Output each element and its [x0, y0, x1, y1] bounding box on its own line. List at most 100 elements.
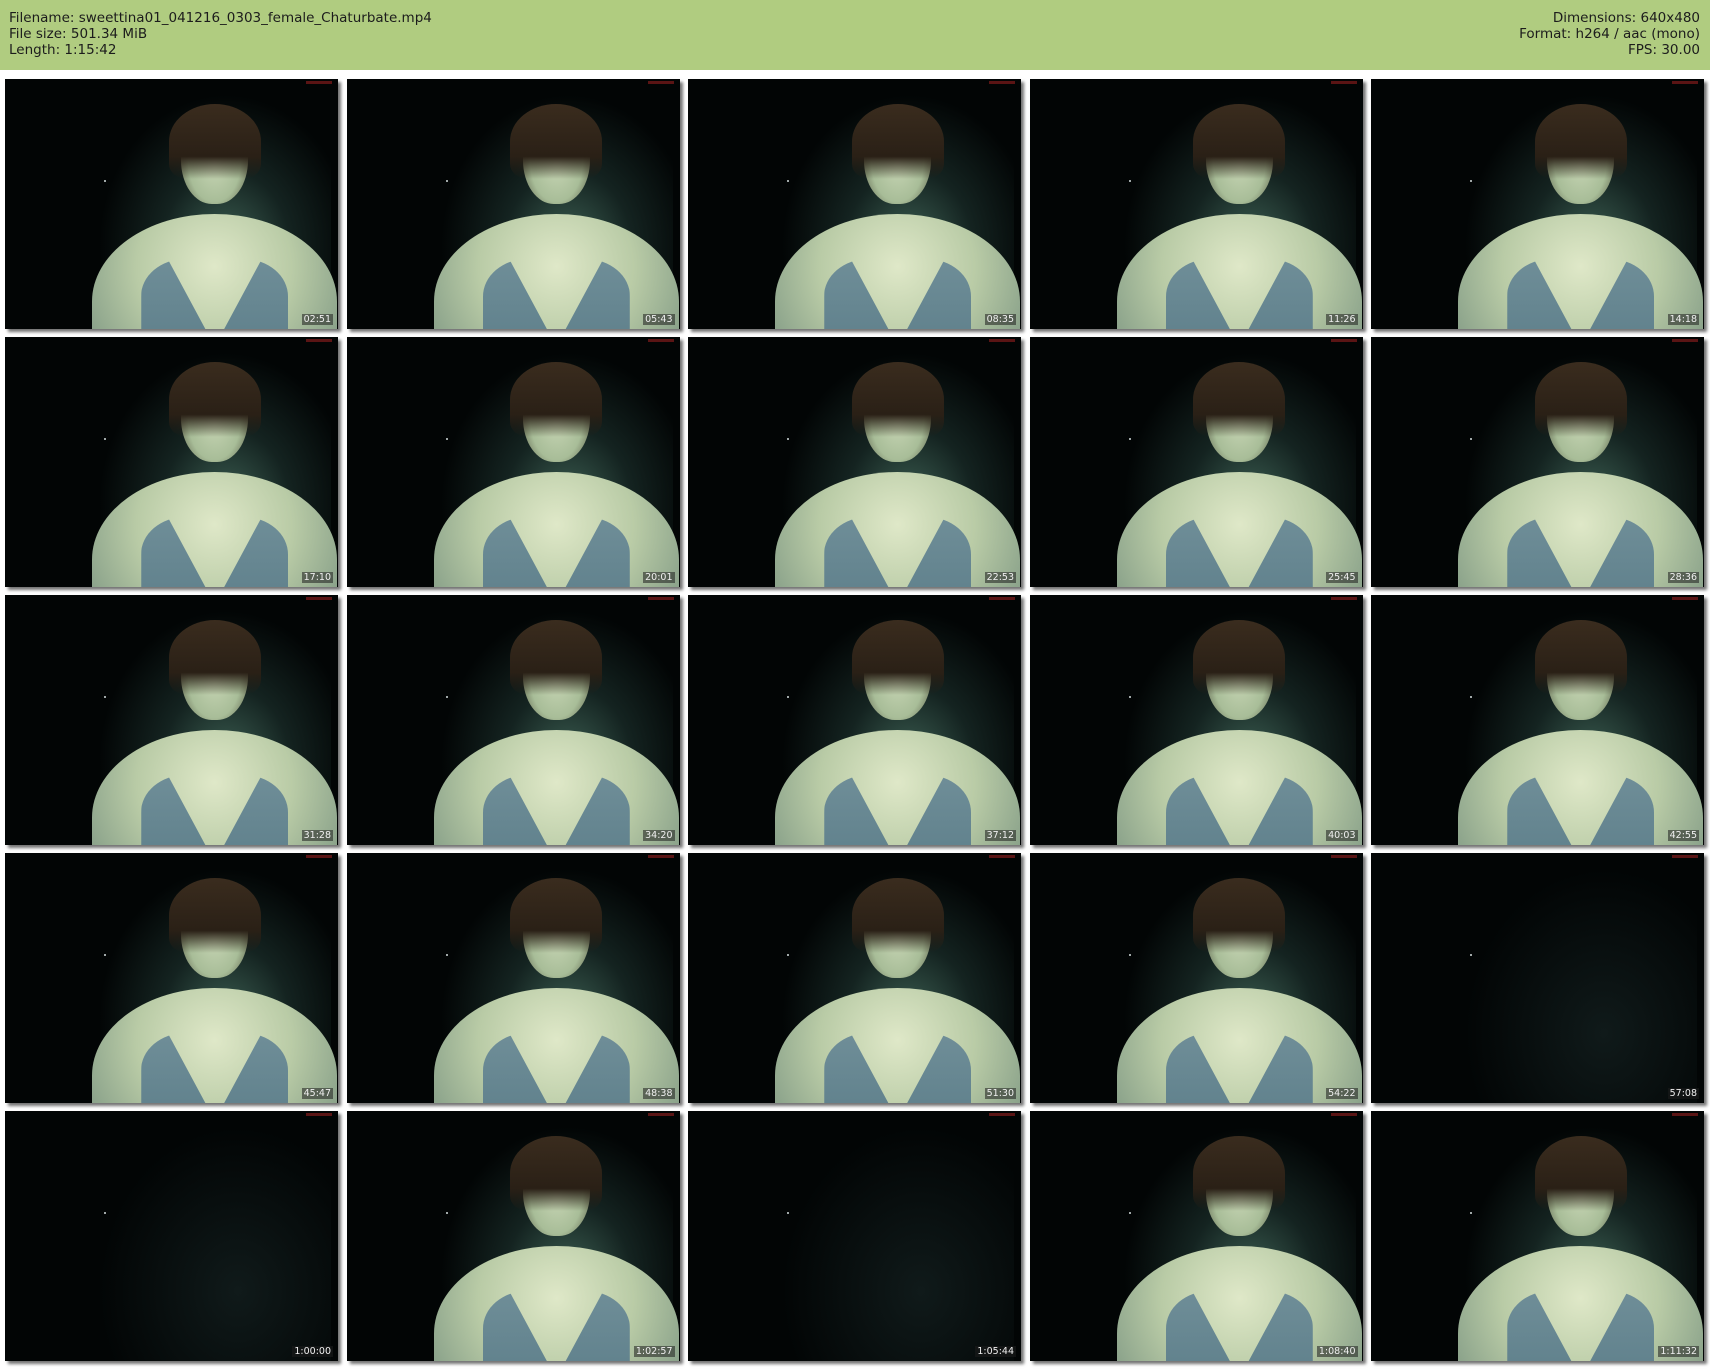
watermark-mark — [647, 1113, 674, 1116]
light-dot — [1470, 180, 1472, 182]
person-figure — [1458, 1136, 1704, 1361]
light-dot — [1470, 696, 1472, 698]
light-dot — [104, 438, 106, 440]
video-thumbnail: 51:30 — [688, 853, 1021, 1103]
video-thumbnail: 17:10 — [5, 337, 338, 587]
timestamp-label: 1:02:57 — [633, 1346, 675, 1357]
watermark-mark — [306, 1113, 332, 1116]
video-thumbnail: 05:43 — [346, 79, 680, 329]
light-dot — [787, 1212, 789, 1214]
timestamp-label: 45:47 — [301, 1088, 333, 1099]
video-thumbnail: 28:36 — [1371, 337, 1704, 587]
video-thumbnail: 48:38 — [346, 853, 680, 1103]
figure-hair — [510, 878, 603, 953]
video-thumbnail: 20:01 — [346, 337, 680, 587]
person-figure — [92, 878, 338, 1103]
timestamp-label: 28:36 — [1667, 572, 1699, 583]
watermark-mark — [989, 597, 1015, 600]
video-thumbnail: 08:35 — [688, 79, 1021, 329]
video-thumbnail: 1:11:32 — [1371, 1111, 1704, 1361]
watermark-mark — [306, 855, 332, 858]
timestamp-label: 08:35 — [984, 314, 1016, 325]
watermark-mark — [989, 81, 1015, 84]
person-figure — [1116, 620, 1362, 845]
light-dot — [445, 954, 448, 956]
watermark-mark — [647, 339, 674, 342]
watermark-mark — [1672, 339, 1698, 342]
timestamp-label: 22:53 — [984, 572, 1016, 583]
figure-hair — [510, 1136, 603, 1211]
video-thumbnail: 02:51 — [5, 79, 338, 329]
light-dot — [445, 180, 448, 182]
watermark-mark — [306, 597, 332, 600]
timestamp-label: 54:22 — [1326, 1088, 1358, 1099]
dimensions-text: Dimensions: 640x480 — [1552, 10, 1700, 26]
light-dot — [787, 696, 789, 698]
light-dot — [1128, 180, 1131, 182]
light-dot — [104, 1212, 106, 1214]
light-dot — [445, 1212, 448, 1214]
watermark-mark — [647, 855, 674, 858]
person-figure — [92, 362, 338, 587]
person-figure — [433, 1136, 679, 1361]
watermark-mark — [1672, 1113, 1698, 1116]
timestamp-label: 57:08 — [1667, 1088, 1699, 1099]
video-thumbnail: 1:02:57 — [346, 1111, 680, 1361]
figure-hair — [851, 362, 944, 437]
timestamp-label: 48:38 — [643, 1088, 675, 1099]
timestamp-label: 02:51 — [301, 314, 333, 325]
watermark-mark — [989, 339, 1015, 342]
watermark-mark — [306, 339, 332, 342]
person-figure — [775, 620, 1021, 845]
figure-hair — [510, 362, 603, 437]
person-figure — [1116, 362, 1362, 587]
video-thumbnail: 22:53 — [688, 337, 1021, 587]
filesize-text: File size: 501.34 MiB — [9, 26, 148, 42]
figure-hair — [1193, 1136, 1286, 1211]
figure-hair — [851, 104, 944, 179]
video-info: Dimensions: 640x480 Format: h264 / aac (… — [1519, 10, 1700, 58]
video-thumbnail: 11:26 — [1029, 79, 1363, 329]
light-dot — [445, 696, 448, 698]
watermark-mark — [647, 81, 674, 84]
fps-text: FPS: 30.00 — [1628, 42, 1700, 58]
filename-text: Filename: sweettina01_041216_0303_female… — [9, 10, 432, 26]
light-dot — [104, 954, 106, 956]
thumbnail-grid: 02:51 05:43 08:35 11:26 14:18 17:10 20:01 22:53… — [5, 79, 1704, 1361]
figure-hair — [168, 104, 261, 179]
watermark-mark — [306, 81, 332, 84]
figure-hair — [168, 620, 261, 695]
timestamp-label: 51:30 — [984, 1088, 1016, 1099]
file-info: Filename: sweettina01_041216_0303_female… — [9, 10, 432, 58]
format-text: Format: h264 / aac (mono) — [1519, 26, 1700, 42]
timestamp-label: 42:55 — [1667, 830, 1699, 841]
watermark-mark — [647, 597, 674, 600]
video-thumbnail: 45:47 — [5, 853, 338, 1103]
timestamp-label: 11:26 — [1326, 314, 1358, 325]
timestamp-label: 40:03 — [1326, 830, 1358, 841]
video-thumbnail: 1:00:00 — [5, 1111, 338, 1361]
video-thumbnail: 42:55 — [1371, 595, 1704, 845]
timestamp-label: 1:05:44 — [975, 1346, 1016, 1357]
person-figure — [1116, 1136, 1362, 1361]
length-text: Length: 1:15:42 — [9, 42, 117, 58]
light-dot — [787, 438, 789, 440]
light-dot — [1470, 438, 1472, 440]
figure-hair — [1534, 104, 1627, 179]
video-thumbnail: 40:03 — [1029, 595, 1363, 845]
light-dot — [1470, 954, 1472, 956]
light-dot — [1128, 1212, 1131, 1214]
watermark-mark — [1330, 81, 1357, 84]
light-dot — [787, 954, 789, 956]
timestamp-label: 1:00:00 — [292, 1346, 333, 1357]
video-thumbnail: 14:18 — [1371, 79, 1704, 329]
person-figure — [1458, 104, 1704, 329]
figure-hair — [510, 104, 603, 179]
timestamp-label: 20:01 — [643, 572, 675, 583]
video-thumbnail: 25:45 — [1029, 337, 1363, 587]
figure-hair — [1193, 878, 1286, 953]
light-dot — [445, 438, 448, 440]
person-figure — [775, 878, 1021, 1103]
person-figure — [1458, 620, 1704, 845]
backlight-glow — [98, 1126, 332, 1361]
